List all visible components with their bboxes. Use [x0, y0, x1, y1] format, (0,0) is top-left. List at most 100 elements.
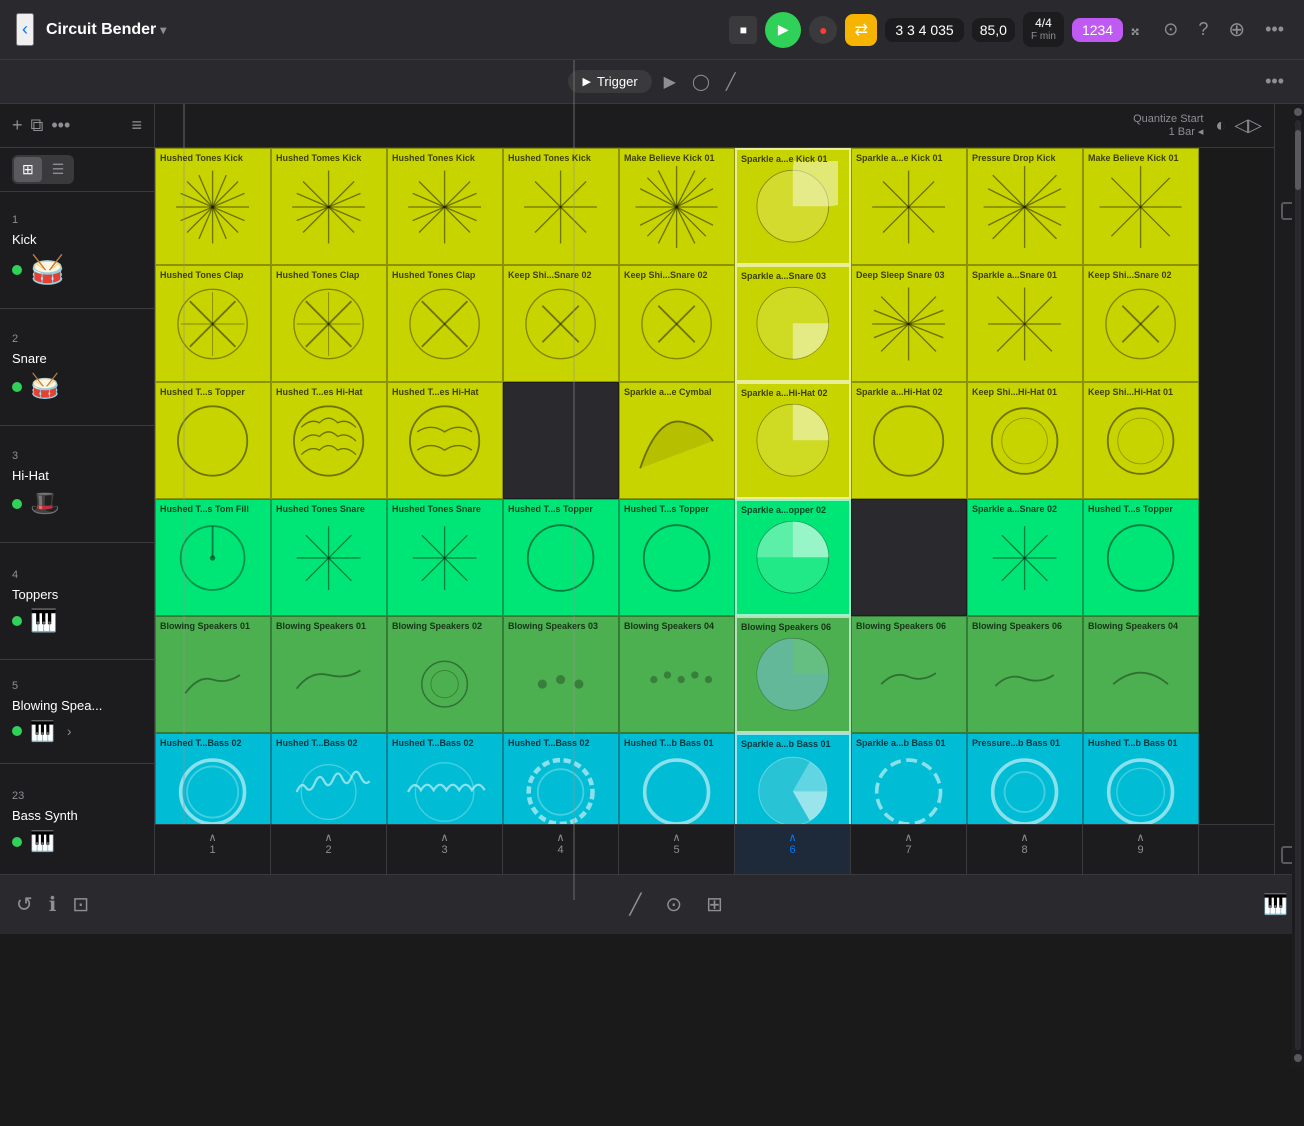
record-button[interactable]: ●	[809, 16, 837, 44]
col-header-8[interactable]: ∧8	[967, 825, 1083, 874]
cell-4-7[interactable]: Blowing Speakers 06	[967, 616, 1083, 733]
cell-4-4[interactable]: Blowing Speakers 04	[619, 616, 735, 733]
info-icon-bottom[interactable]: ℹ	[49, 892, 57, 917]
cell-5-2[interactable]: Hushed T...Bass 02	[387, 733, 503, 824]
cell-0-2[interactable]: Hushed Tones Kick	[387, 148, 503, 265]
cell-2-7[interactable]: Keep Shi...Hi-Hat 01	[967, 382, 1083, 499]
cell-0-5[interactable]: Sparkle a...e Kick 01	[735, 148, 851, 265]
trigger-button[interactable]: ▶ Trigger	[568, 70, 651, 93]
cell-4-0[interactable]: Blowing Speakers 01	[155, 616, 271, 733]
cell-0-3[interactable]: Hushed Tones Kick	[503, 148, 619, 265]
mix-icon-bottom[interactable]: ⊞	[706, 892, 723, 917]
cell-4-1[interactable]: Blowing Speakers 01	[271, 616, 387, 733]
col-header-2[interactable]: ∧2	[271, 825, 387, 874]
more-second-button[interactable]: •••	[1261, 67, 1288, 96]
cell-2-4[interactable]: Sparkle a...e Cymbal	[619, 382, 735, 499]
col-header-1[interactable]: ∧1	[155, 825, 271, 874]
cell-2-5[interactable]: Sparkle a...Hi-Hat 02	[735, 382, 851, 499]
track-item-blowing[interactable]: 5 Blowing Spea... 🎹 ›	[0, 660, 154, 764]
cell-5-8[interactable]: Hushed T...b Bass 01	[1083, 733, 1199, 824]
trigger-edit-icon[interactable]: ╱	[726, 72, 736, 92]
track-item-bass[interactable]: 23 Bass Synth 🎹	[0, 764, 154, 874]
add-track-button[interactable]: +	[12, 115, 23, 136]
back-button[interactable]: ‹	[16, 13, 34, 46]
col-header-6[interactable]: ∧6	[735, 825, 851, 874]
trigger-play-icon[interactable]: ▶	[664, 72, 676, 92]
cell-1-6[interactable]: Deep Sleep Snare 03	[851, 265, 967, 382]
track-dot-hihat[interactable]	[12, 499, 22, 509]
col-header-4[interactable]: ∧4	[503, 825, 619, 874]
cell-4-3[interactable]: Blowing Speakers 03	[503, 616, 619, 733]
col-header-7[interactable]: ∧7	[851, 825, 967, 874]
cell-1-1[interactable]: Hushed Tones Clap	[271, 265, 387, 382]
cell-0-8[interactable]: Make Believe Kick 01	[1083, 148, 1199, 265]
blowing-expand-button[interactable]: ›	[67, 723, 72, 739]
cell-5-3[interactable]: Hushed T...Bass 02	[503, 733, 619, 824]
stop-button[interactable]: ■	[729, 16, 757, 44]
cell-2-1[interactable]: Hushed T...es Hi-Hat	[271, 382, 387, 499]
cell-5-0[interactable]: Hushed T...Bass 02	[155, 733, 271, 824]
cell-2-3[interactable]	[503, 382, 619, 499]
cell-5-7[interactable]: Pressure...b Bass 01	[967, 733, 1083, 824]
cell-5-1[interactable]: Hushed T...Bass 02	[271, 733, 387, 824]
cell-1-0[interactable]: Hushed Tones Clap	[155, 265, 271, 382]
cell-3-3[interactable]: Hushed T...s Topper	[503, 499, 619, 616]
cell-2-0[interactable]: Hushed T...s Topper	[155, 382, 271, 499]
cell-3-5[interactable]: Sparkle a...opper 02	[735, 499, 851, 616]
add-button[interactable]: ⊕	[1224, 13, 1249, 46]
cell-0-7[interactable]: Pressure Drop Kick	[967, 148, 1083, 265]
loop-button[interactable]: ⇄	[845, 14, 877, 46]
cell-5-5[interactable]: Sparkle a...b Bass 01	[735, 733, 851, 824]
cell-0-1[interactable]: Hushed Tomes Kick	[271, 148, 387, 265]
settings-button[interactable]: ⊙	[1159, 15, 1182, 44]
level-control-button[interactable]: ◐	[1215, 115, 1226, 136]
track-item-kick[interactable]: 1 Kick 🥁	[0, 192, 154, 309]
track-dot-toppers[interactable]	[12, 616, 22, 626]
list-view-button[interactable]: ☰	[44, 157, 73, 182]
loop-icon-bottom[interactable]: ↺	[16, 892, 33, 917]
track-item-snare[interactable]: 2 Snare 🥁	[0, 309, 154, 426]
duplicate-button[interactable]: ⧉	[31, 115, 44, 136]
arrange-button[interactable]: ≡	[131, 115, 142, 136]
more-top-button[interactable]: •••	[1261, 15, 1288, 44]
track-dot-blowing[interactable]	[12, 726, 22, 736]
cell-0-4[interactable]: Make Believe Kick 01	[619, 148, 735, 265]
cell-4-5[interactable]: Blowing Speakers 06	[735, 616, 851, 733]
cell-1-8[interactable]: Keep Shi...Snare 02	[1083, 265, 1199, 382]
cell-2-8[interactable]: Keep Shi...Hi-Hat 01	[1083, 382, 1199, 499]
cell-4-2[interactable]: Blowing Speakers 02	[387, 616, 503, 733]
cell-1-2[interactable]: Hushed Tones Clap	[387, 265, 503, 382]
layout-icon-bottom[interactable]: ⊡	[72, 892, 89, 917]
volume-button[interactable]: ◁▷	[1234, 115, 1262, 136]
cell-4-6[interactable]: Blowing Speakers 06	[851, 616, 967, 733]
project-name[interactable]: Circuit Bender ▾	[46, 21, 166, 39]
col-header-5[interactable]: ∧5	[619, 825, 735, 874]
col-header-3[interactable]: ∧3	[387, 825, 503, 874]
cell-1-5[interactable]: Sparkle a...Snare 03	[735, 265, 851, 382]
cell-1-4[interactable]: Keep Shi...Snare 02	[619, 265, 735, 382]
track-dot-snare[interactable]	[12, 382, 22, 392]
key-display[interactable]: 1234	[1072, 18, 1123, 42]
cell-3-8[interactable]: Hushed T...s Topper	[1083, 499, 1199, 616]
track-dot-kick[interactable]	[12, 265, 22, 275]
cell-5-4[interactable]: Hushed T...b Bass 01	[619, 733, 735, 824]
cell-3-1[interactable]: Hushed Tones Snare	[271, 499, 387, 616]
cell-5-6[interactable]: Sparkle a...b Bass 01	[851, 733, 967, 824]
grid-view-button[interactable]: ⊞	[14, 157, 42, 182]
cell-3-7[interactable]: Sparkle a...Snare 02	[967, 499, 1083, 616]
cell-3-6[interactable]	[851, 499, 967, 616]
col-header-9[interactable]: ∧9	[1083, 825, 1199, 874]
edit-icon-bottom[interactable]: ╱	[629, 892, 641, 917]
quantize-label[interactable]: Quantize Start 1 Bar ◂	[1133, 113, 1203, 138]
cell-3-4[interactable]: Hushed T...s Topper	[619, 499, 735, 616]
vertical-scrollbar[interactable]	[1292, 104, 1304, 1066]
clock-icon-bottom[interactable]: ⊙	[665, 892, 682, 917]
cell-2-6[interactable]: Sparkle a...Hi-Hat 02	[851, 382, 967, 499]
cell-1-3[interactable]: Keep Shi...Snare 02	[503, 265, 619, 382]
track-item-hihat[interactable]: 3 Hi-Hat 🎩	[0, 426, 154, 543]
track-dot-bass[interactable]	[12, 837, 22, 847]
cell-3-2[interactable]: Hushed Tones Snare	[387, 499, 503, 616]
metronome-icon[interactable]: 𝄪	[1131, 19, 1139, 40]
tempo-display[interactable]: 85,0	[972, 18, 1015, 42]
cell-0-6[interactable]: Sparkle a...e Kick 01	[851, 148, 967, 265]
